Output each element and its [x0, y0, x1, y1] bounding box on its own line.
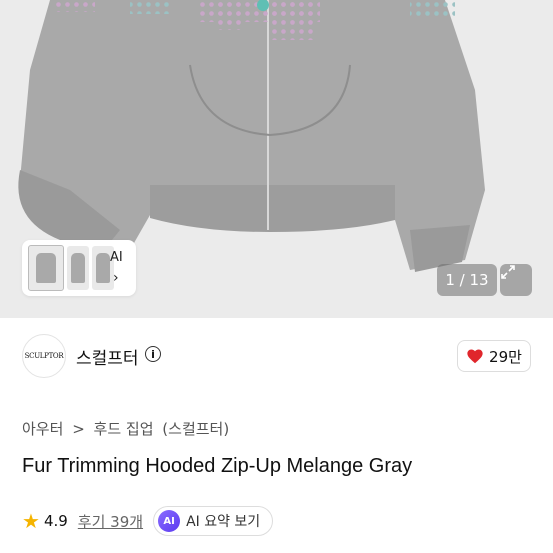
info-icon[interactable]: i — [145, 346, 161, 362]
ai-summary-button[interactable]: AI AI 요약 보기 — [153, 506, 274, 536]
shop-name[interactable]: 스컬프터 — [76, 344, 139, 369]
product-image-gallery[interactable]: AI › 1 / 13 — [0, 0, 553, 318]
product-title: Fur Trimming Hooded Zip-Up Melange Gray — [22, 455, 413, 477]
rating-value: 4.9 — [43, 512, 68, 530]
shop-logo[interactable]: SCULPTOR — [22, 334, 66, 378]
thumbnail-side[interactable] — [67, 246, 89, 290]
like-button[interactable]: 29만 — [457, 340, 531, 372]
ai-badge-icon: AI — [158, 510, 181, 532]
like-count: 29만 — [489, 347, 522, 366]
breadcrumb-subcategory[interactable]: 후드 집업 — [94, 420, 154, 438]
breadcrumb-separator: > — [72, 420, 85, 438]
shop-info-row: SCULPTOR 스컬프터 i 29만 — [22, 334, 531, 380]
star-icon: ★ — [22, 509, 40, 533]
reviews-link[interactable]: 후기 39개 — [78, 511, 143, 532]
breadcrumb-brand[interactable]: (스컬프터) — [162, 420, 229, 438]
thumbnail-strip[interactable] — [22, 240, 136, 296]
heart-icon — [467, 349, 483, 364]
ai-thumbnail-label[interactable]: AI — [110, 250, 123, 265]
rating-row: ★ 4.9 후기 39개 AI AI 요약 보기 — [22, 505, 274, 537]
chevron-right-icon[interactable]: › — [113, 270, 119, 286]
breadcrumb: 아우터 > 후드 집업 (스컬프터) — [22, 418, 233, 439]
breadcrumb-category[interactable]: 아우터 — [22, 420, 63, 438]
image-counter: 1 / 13 — [437, 264, 497, 296]
thumbnail-front[interactable] — [28, 245, 64, 291]
expand-icon[interactable] — [500, 264, 532, 296]
ai-summary-label: AI 요약 보기 — [186, 514, 261, 530]
